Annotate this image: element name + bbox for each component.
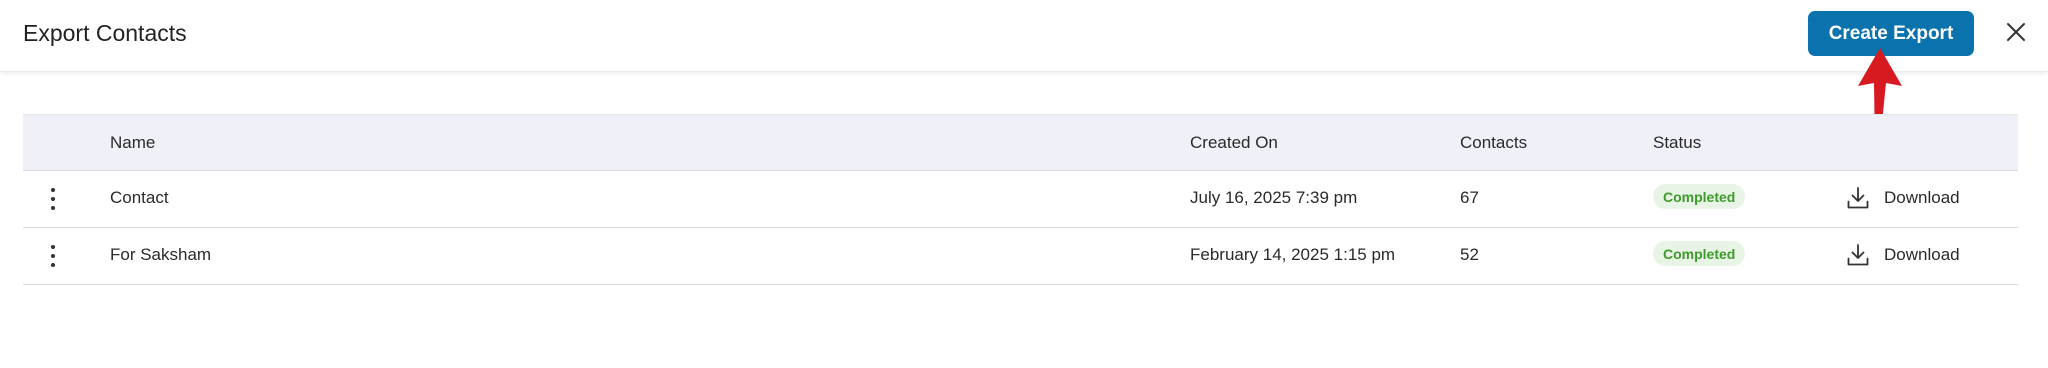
- column-header-contacts: Contacts: [1460, 133, 1528, 152]
- export-contacts-count: 52: [1460, 245, 1479, 264]
- status-badge: Completed: [1653, 184, 1746, 209]
- close-button[interactable]: [2004, 20, 2028, 44]
- export-created-on: July 16, 2025 7:39 pm: [1190, 188, 1358, 207]
- table-row: Contact July 16, 2025 7:39 pm 67 Complet…: [23, 171, 2018, 228]
- column-header-name: Name: [110, 133, 156, 152]
- column-header-created-on: Created On: [1190, 133, 1278, 152]
- download-button[interactable]: Download: [1846, 241, 1960, 269]
- page-title: Export Contacts: [23, 20, 187, 46]
- export-created-on: February 14, 2025 1:15 pm: [1190, 245, 1396, 264]
- table-row: For Saksham February 14, 2025 1:15 pm 52…: [23, 228, 2018, 285]
- table-header: Name Created On Contacts Status: [23, 114, 2018, 171]
- more-options-icon[interactable]: [49, 245, 57, 267]
- export-contacts-count: 67: [1460, 188, 1479, 207]
- page-header: Export Contacts Create Export: [0, 0, 2048, 72]
- download-icon: [1847, 187, 1869, 209]
- export-name: Contact: [110, 188, 169, 207]
- more-options-icon[interactable]: [49, 188, 57, 210]
- download-button[interactable]: Download: [1846, 184, 1960, 212]
- status-badge: Completed: [1653, 241, 1746, 266]
- download-label: Download: [1884, 188, 1960, 207]
- column-header-status: Status: [1653, 133, 1702, 152]
- exports-table: Name Created On Contacts Status Contact …: [23, 114, 2018, 285]
- download-label: Download: [1884, 245, 1960, 264]
- download-icon: [1847, 244, 1869, 266]
- export-name: For Saksham: [110, 245, 212, 264]
- close-icon: [2007, 23, 2025, 41]
